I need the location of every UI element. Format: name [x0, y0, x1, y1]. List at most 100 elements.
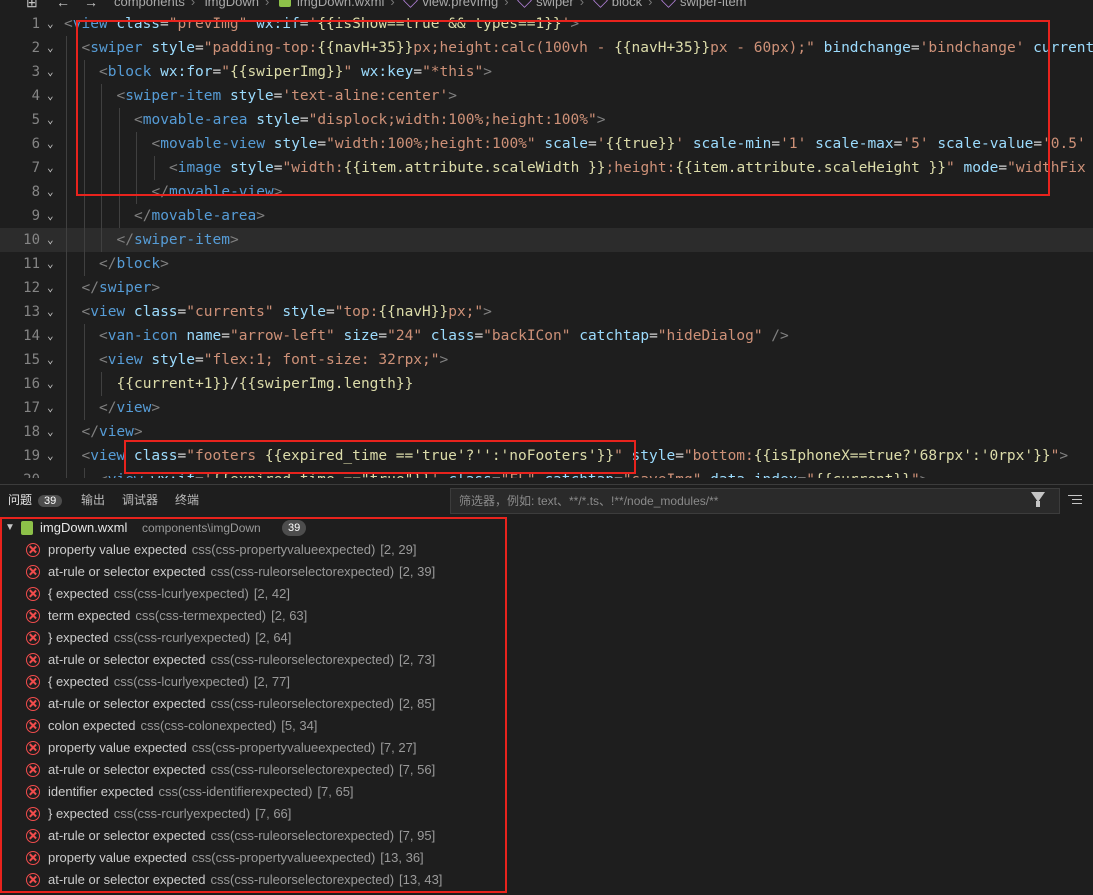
sidebar-icon[interactable]: ⊞ [26, 0, 38, 11]
breadcrumb-item[interactable]: swiper [536, 0, 574, 9]
code-token: ' [431, 472, 440, 478]
code-line[interactable]: 8⌄</movable-view> [0, 180, 1093, 204]
code-line[interactable]: 11⌄</block> [0, 252, 1093, 276]
problem-item[interactable]: at-rule or selector expectedcss(css-rule… [0, 759, 510, 781]
forward-arrow-icon[interactable]: → [84, 0, 98, 10]
tab-output[interactable]: 输出 [81, 491, 105, 508]
breadcrumb-item[interactable]: block [612, 0, 642, 9]
breadcrumb-item[interactable]: swiper-item [680, 0, 746, 9]
problem-source: css(css-rcurlyexpected) [114, 806, 251, 821]
fold-chevron-icon[interactable]: ⌄ [47, 180, 54, 204]
problem-item[interactable]: } expectedcss(css-rcurlyexpected)[7, 66] [0, 803, 510, 825]
code-token: " [911, 472, 920, 478]
code-token: = [675, 448, 684, 464]
code-line[interactable]: 2⌄<swiper style="padding-top:{{navH+35}}… [0, 36, 1093, 60]
code-token: < [82, 448, 91, 464]
problem-item[interactable]: property value expectedcss(css-propertyv… [0, 847, 510, 869]
fold-chevron-icon[interactable]: ⌄ [47, 324, 54, 348]
breadcrumb-item[interactable]: imgDown [205, 0, 259, 9]
code-line[interactable]: 14⌄<van-icon name="arrow-left" size="24"… [0, 324, 1093, 348]
code-token: class [448, 472, 492, 478]
code-line[interactable]: 19⌄<view class="footers {{expired_time =… [0, 444, 1093, 468]
fold-chevron-icon[interactable]: ⌄ [47, 60, 54, 84]
fold-chevron-icon[interactable]: ⌄ [47, 276, 54, 300]
code-line[interactable]: 7⌄<image style="width:{{item.attribute.s… [0, 156, 1093, 180]
line-number: 16 [0, 372, 40, 396]
fold-chevron-icon[interactable]: ⌄ [47, 396, 54, 420]
fold-chevron-icon[interactable]: ⌄ [47, 12, 54, 36]
problem-item[interactable]: at-rule or selector expectedcss(css-rule… [0, 561, 510, 583]
fold-chevron-icon[interactable]: ⌄ [47, 108, 54, 132]
panel-tabs: 问题39 输出 调试器 终端 [0, 485, 440, 515]
fold-chevron-icon[interactable]: ⌄ [47, 468, 54, 478]
code-line[interactable]: 15⌄<view style="flex:1; font-size: 32rpx… [0, 348, 1093, 372]
chevron-down-icon[interactable]: ▼ [5, 517, 15, 539]
code-line[interactable]: 9⌄</movable-area> [0, 204, 1093, 228]
fold-chevron-icon[interactable]: ⌄ [47, 228, 54, 252]
fold-chevron-icon[interactable]: ⌄ [47, 36, 54, 60]
code-line[interactable]: 20⌄<view wx:if='{{expired_time =="true"}… [0, 468, 1093, 478]
code-token: > [483, 304, 492, 320]
tab-debugger[interactable]: 调试器 [122, 491, 158, 508]
code-line[interactable]: 17⌄</view> [0, 396, 1093, 420]
code-token: {{navH}} [378, 304, 448, 320]
code-line[interactable]: 4⌄<swiper-item style='text-aline:center'… [0, 84, 1093, 108]
fold-chevron-icon[interactable]: ⌄ [47, 204, 54, 228]
problem-item[interactable]: property value expectedcss(css-propertyv… [0, 539, 510, 561]
code-token: catchtap [579, 328, 649, 344]
code-token: 'text-aline:center' [282, 88, 448, 104]
fold-chevron-icon[interactable]: ⌄ [47, 84, 54, 108]
fold-chevron-icon[interactable]: ⌄ [47, 252, 54, 276]
fold-chevron-icon[interactable]: ⌄ [47, 444, 54, 468]
code-token: < [82, 40, 91, 56]
code-token: {{expired_time =="true"}} [213, 472, 431, 478]
collapse-all-icon[interactable] [1068, 493, 1082, 507]
code-line[interactable]: 3⌄<block wx:for="{{swiperImg}}" wx:key="… [0, 60, 1093, 84]
problem-item[interactable]: colon expectedcss(css-colonexpected)[5, … [0, 715, 510, 737]
code-line[interactable]: 5⌄<movable-area style="displock;width:10… [0, 108, 1093, 132]
indent-guide [101, 372, 102, 396]
problem-item[interactable]: at-rule or selector expectedcss(css-rule… [0, 869, 510, 891]
code-token: < [99, 328, 108, 344]
code-line[interactable]: 13⌄<view class="currents" style="top:{{n… [0, 300, 1093, 324]
code-token: < [82, 304, 91, 320]
problem-item[interactable]: } expectedcss(css-rcurlyexpected)[2, 64] [0, 627, 510, 649]
fold-chevron-icon[interactable]: ⌄ [47, 420, 54, 444]
problem-item[interactable]: at-rule or selector expectedcss(css-rule… [0, 649, 510, 671]
problem-item[interactable]: term expectedcss(css-termexpected)[2, 63… [0, 605, 510, 627]
tab-terminal[interactable]: 终端 [175, 491, 199, 508]
problems-filter-input[interactable] [457, 491, 1021, 511]
problem-item[interactable]: at-rule or selector expectedcss(css-rule… [0, 825, 510, 847]
tab-problems[interactable]: 问题39 [8, 491, 62, 508]
problem-item[interactable]: { expectedcss(css-lcurlyexpected)[2, 42] [0, 583, 510, 605]
breadcrumb-item[interactable]: components [114, 0, 185, 9]
breadcrumb-item[interactable]: view.prevImg [422, 0, 498, 9]
breadcrumb-item[interactable]: imgDown.wxml [297, 0, 384, 9]
fold-chevron-icon[interactable]: ⌄ [47, 132, 54, 156]
problem-message: at-rule or selector expectedcss(css-rule… [48, 561, 435, 583]
code-token: </ [99, 400, 116, 416]
code-token: "padding-top: [204, 40, 318, 56]
back-arrow-icon[interactable]: ← [56, 0, 70, 10]
problem-source: css(css-ruleorselectorexpected) [211, 564, 395, 579]
fold-chevron-icon[interactable]: ⌄ [47, 300, 54, 324]
problem-item[interactable]: property value expectedcss(css-propertyv… [0, 737, 510, 759]
code-line[interactable]: 16⌄{{current+1}}/{{swiperImg.length}} [0, 372, 1093, 396]
fold-chevron-icon[interactable]: ⌄ [47, 348, 54, 372]
problem-item[interactable]: at-rule or selector expectedcss(css-rule… [0, 693, 510, 715]
fold-chevron-icon[interactable]: ⌄ [47, 372, 54, 396]
problem-file-group[interactable]: ▼ imgDown.wxml components\imgDown 39 [0, 517, 510, 539]
code-line[interactable]: 6⌄<movable-view style="width:100%;height… [0, 132, 1093, 156]
code-line[interactable]: 10⌄</swiper-item> [0, 228, 1093, 252]
code-line[interactable]: 1⌄<view class="prevImg" wx:if='{{isShow=… [0, 12, 1093, 36]
code-token: </ [82, 424, 99, 440]
indent-guide [66, 108, 67, 132]
code-line[interactable]: 12⌄</swiper> [0, 276, 1093, 300]
code-line[interactable]: 18⌄</view> [0, 420, 1093, 444]
code-editor[interactable]: 1⌄<view class="prevImg" wx:if='{{isShow=… [0, 12, 1093, 478]
problem-item[interactable]: { expectedcss(css-lcurlyexpected)[2, 77] [0, 671, 510, 693]
problem-item[interactable]: identifier expectedcss(css-identifierexp… [0, 781, 510, 803]
problem-text: at-rule or selector expected [48, 652, 206, 667]
fold-chevron-icon[interactable]: ⌄ [47, 156, 54, 180]
problem-text: at-rule or selector expected [48, 762, 206, 777]
